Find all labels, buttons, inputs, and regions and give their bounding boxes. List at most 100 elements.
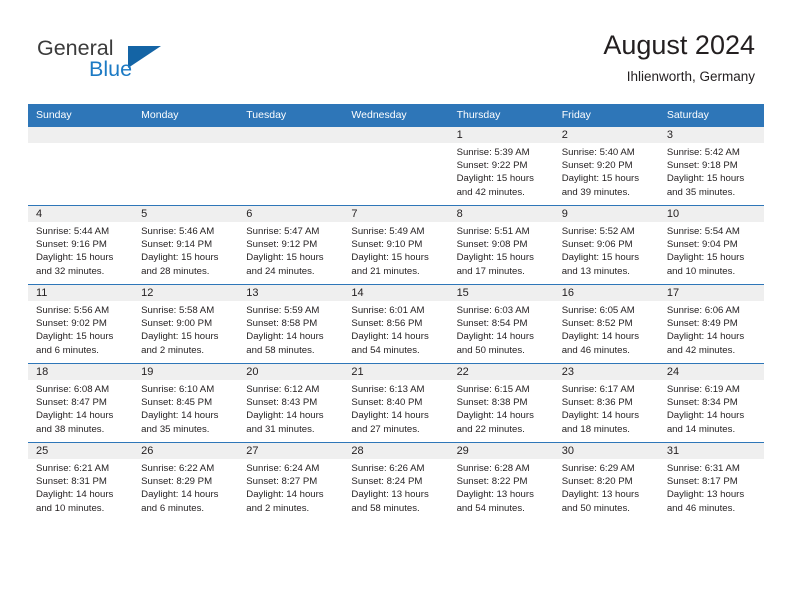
day-cell[interactable]: 13 Sunrise: 5:59 AM Sunset: 8:58 PM Dayligh… — [238, 284, 344, 364]
day-detail-line: Sunrise: 5:56 AM — [36, 305, 110, 316]
day-details: Sunrise: 5:59 AM Sunset: 8:58 PM Daylight:… — [238, 301, 343, 357]
day-details: Sunrise: 6:31 AM Sunset: 8:17 PM Daylight:… — [659, 459, 764, 515]
day-details: Sunrise: 6:22 AM Sunset: 8:29 PM Daylight:… — [133, 459, 238, 515]
day-detail-line: Sunset: 8:38 PM — [456, 397, 528, 409]
day-cell[interactable]: 27 Sunrise: 6:24 AM Sunset: 8:27 PM Dayligh… — [238, 442, 344, 521]
day-number: 17 — [658, 285, 764, 301]
day-details: Sunrise: 6:29 AM Sunset: 8:20 PM Daylight:… — [554, 459, 659, 515]
day-number: 13 — [238, 285, 344, 301]
day-details: Sunrise: 6:28 AM Sunset: 8:22 PM Daylight:… — [449, 459, 554, 515]
day-detail-line: and 35 minutes. — [141, 423, 210, 435]
general-blue-logo[interactable]: General Blue — [37, 36, 197, 86]
day-detail-line: Sunrise: 5:46 AM — [141, 226, 215, 237]
day-detail-line: and 14 minutes. — [666, 423, 736, 435]
day-cell[interactable]: 22 Sunrise: 6:15 AM Sunset: 8:38 PM Dayligh… — [448, 363, 554, 443]
day-detail-line: Daylight: 14 hours — [666, 410, 745, 422]
day-detail-line: Sunrise: 5:59 AM — [246, 305, 320, 316]
day-detail-line: Sunrise: 5:58 AM — [141, 305, 215, 316]
day-detail-line: Sunset: 8:34 PM — [666, 397, 738, 409]
day-detail-line: and 42 minutes. — [666, 344, 736, 356]
day-detail-line: Sunset: 9:02 PM — [36, 318, 107, 330]
day-detail-line: and 50 minutes. — [456, 344, 525, 356]
day-cell[interactable]: 15 Sunrise: 6:03 AM Sunset: 8:54 PM Dayligh… — [448, 284, 554, 364]
day-detail-line: Sunrise: 6:19 AM — [666, 384, 740, 395]
day-cell[interactable]: 25 Sunrise: 6:21 AM Sunset: 8:31 PM Dayligh… — [28, 442, 134, 521]
day-cell-empty — [133, 126, 239, 206]
day-cell[interactable]: 8 Sunrise: 5:51 AM Sunset: 9:08 PM Daylight… — [448, 205, 554, 285]
day-detail-line: Daylight: 14 hours — [141, 410, 219, 422]
day-cell[interactable]: 3 Sunrise: 5:42 AM Sunset: 9:18 PM Daylight… — [658, 126, 764, 206]
day-details: Sunrise: 6:15 AM Sunset: 8:38 PM Daylight:… — [449, 380, 554, 436]
day-detail-line: Sunrise: 6:03 AM — [456, 305, 530, 316]
day-cell[interactable]: 28 Sunrise: 6:26 AM Sunset: 8:24 PM Dayligh… — [343, 442, 449, 521]
logo-text-blue: Blue — [89, 57, 133, 81]
day-number: 1 — [448, 127, 554, 143]
day-cell[interactable]: 21 Sunrise: 6:13 AM Sunset: 8:40 PM Dayligh… — [343, 363, 449, 443]
day-cell[interactable]: 6 Sunrise: 5:47 AM Sunset: 9:12 PM Daylight… — [238, 205, 344, 285]
calendar-week-row: 18 Sunrise: 6:08 AM Sunset: 8:47 PM Dayligh… — [28, 363, 764, 443]
day-cell[interactable]: 16 Sunrise: 6:05 AM Sunset: 8:52 PM Dayligh… — [553, 284, 659, 364]
day-detail-line: Sunrise: 5:42 AM — [666, 147, 740, 158]
day-cell[interactable]: 9 Sunrise: 5:52 AM Sunset: 9:06 PM Daylight… — [553, 205, 659, 285]
day-cell[interactable]: 20 Sunrise: 6:12 AM Sunset: 8:43 PM Dayligh… — [238, 363, 344, 443]
day-detail-line: Sunrise: 6:29 AM — [561, 463, 635, 474]
day-cell[interactable]: 29 Sunrise: 6:28 AM Sunset: 8:22 PM Dayligh… — [448, 442, 554, 521]
day-number: 27 — [238, 443, 344, 459]
day-number: 10 — [658, 206, 764, 222]
day-detail-line: Sunset: 8:56 PM — [351, 318, 423, 330]
day-detail-line: Daylight: 14 hours — [246, 489, 324, 501]
day-cell[interactable]: 7 Sunrise: 5:49 AM Sunset: 9:10 PM Daylight… — [343, 205, 449, 285]
day-detail-line: and 18 minutes. — [561, 423, 630, 435]
day-details: Sunrise: 6:13 AM Sunset: 8:40 PM Daylight:… — [343, 380, 448, 436]
day-detail-line: Sunset: 9:16 PM — [36, 239, 107, 251]
day-detail-line: and 38 minutes. — [36, 423, 105, 435]
day-cell[interactable]: 31 Sunrise: 6:31 AM Sunset: 8:17 PM Dayligh… — [658, 442, 764, 521]
day-cell[interactable]: 18 Sunrise: 6:08 AM Sunset: 8:47 PM Dayligh… — [28, 363, 134, 443]
day-cell[interactable]: 30 Sunrise: 6:29 AM Sunset: 8:20 PM Dayligh… — [553, 442, 659, 521]
day-detail-line: Daylight: 14 hours — [36, 410, 114, 422]
day-detail-line: Sunset: 8:36 PM — [561, 397, 633, 409]
day-cell[interactable]: 26 Sunrise: 6:22 AM Sunset: 8:29 PM Dayligh… — [133, 442, 239, 521]
logo-triangle-icon — [128, 46, 161, 68]
day-detail-line: Sunrise: 5:51 AM — [456, 226, 530, 237]
day-cell[interactable]: 2 Sunrise: 5:40 AM Sunset: 9:20 PM Daylight… — [553, 126, 659, 206]
day-cell[interactable]: 23 Sunrise: 6:17 AM Sunset: 8:36 PM Dayligh… — [553, 363, 659, 443]
day-detail-line: Sunset: 8:17 PM — [666, 476, 738, 488]
day-number: 28 — [343, 443, 449, 459]
day-detail-line: Daylight: 14 hours — [456, 331, 534, 343]
day-cell[interactable]: 4 Sunrise: 5:44 AM Sunset: 9:16 PM Daylight… — [28, 205, 134, 285]
day-details: Sunrise: 6:26 AM Sunset: 8:24 PM Daylight:… — [343, 459, 448, 515]
day-cell[interactable]: 5 Sunrise: 5:46 AM Sunset: 9:14 PM Daylight… — [133, 205, 239, 285]
day-detail-line: Sunset: 9:22 PM — [456, 160, 528, 172]
day-number: 30 — [553, 443, 659, 459]
calendar-page: General Blue August 2024 Ihlienworth, Ge… — [0, 0, 792, 612]
day-cell[interactable]: 24 Sunrise: 6:19 AM Sunset: 8:34 PM Dayligh… — [658, 363, 764, 443]
day-detail-line: Daylight: 14 hours — [561, 410, 640, 422]
day-detail-line: Sunset: 8:58 PM — [246, 318, 318, 330]
day-details: Sunrise: 6:12 AM Sunset: 8:43 PM Daylight:… — [238, 380, 343, 436]
day-cell[interactable]: 19 Sunrise: 6:10 AM Sunset: 8:45 PM Dayligh… — [133, 363, 239, 443]
day-detail-line: and 10 minutes. — [666, 265, 736, 277]
calendar-week-row: 1 Sunrise: 5:39 AM Sunset: 9:22 PM Daylight… — [28, 126, 764, 206]
day-cell[interactable]: 11 Sunrise: 5:56 AM Sunset: 9:02 PM Dayligh… — [28, 284, 134, 364]
day-detail-line: Sunset: 8:29 PM — [141, 476, 213, 488]
day-details: Sunrise: 6:21 AM Sunset: 8:31 PM Daylight:… — [28, 459, 133, 515]
day-detail-line: Daylight: 15 hours — [456, 173, 534, 185]
day-detail-line: Sunset: 8:52 PM — [561, 318, 633, 330]
day-cell[interactable]: 10 Sunrise: 5:54 AM Sunset: 9:04 PM Dayligh… — [658, 205, 764, 285]
day-detail-line: Sunrise: 6:12 AM — [246, 384, 320, 395]
day-number: 24 — [658, 364, 764, 380]
day-detail-line: Sunset: 9:20 PM — [561, 160, 633, 172]
day-detail-line: and 13 minutes. — [561, 265, 630, 277]
day-cell[interactable]: 17 Sunrise: 6:06 AM Sunset: 8:49 PM Dayligh… — [658, 284, 764, 364]
day-cell[interactable]: 1 Sunrise: 5:39 AM Sunset: 9:22 PM Daylight… — [448, 126, 554, 206]
day-detail-line: Sunset: 8:20 PM — [561, 476, 633, 488]
day-detail-line: Sunrise: 6:05 AM — [561, 305, 635, 316]
day-cell[interactable]: 12 Sunrise: 5:58 AM Sunset: 9:00 PM Dayligh… — [133, 284, 239, 364]
day-details: Sunrise: 5:58 AM Sunset: 9:00 PM Daylight:… — [133, 301, 238, 357]
day-details: Sunrise: 6:01 AM Sunset: 8:56 PM Daylight:… — [343, 301, 448, 357]
day-detail-line: Sunset: 9:18 PM — [666, 160, 738, 172]
day-number: 11 — [28, 285, 134, 301]
day-detail-line: Sunset: 8:31 PM — [36, 476, 107, 488]
day-cell[interactable]: 14 Sunrise: 6:01 AM Sunset: 8:56 PM Dayligh… — [343, 284, 449, 364]
